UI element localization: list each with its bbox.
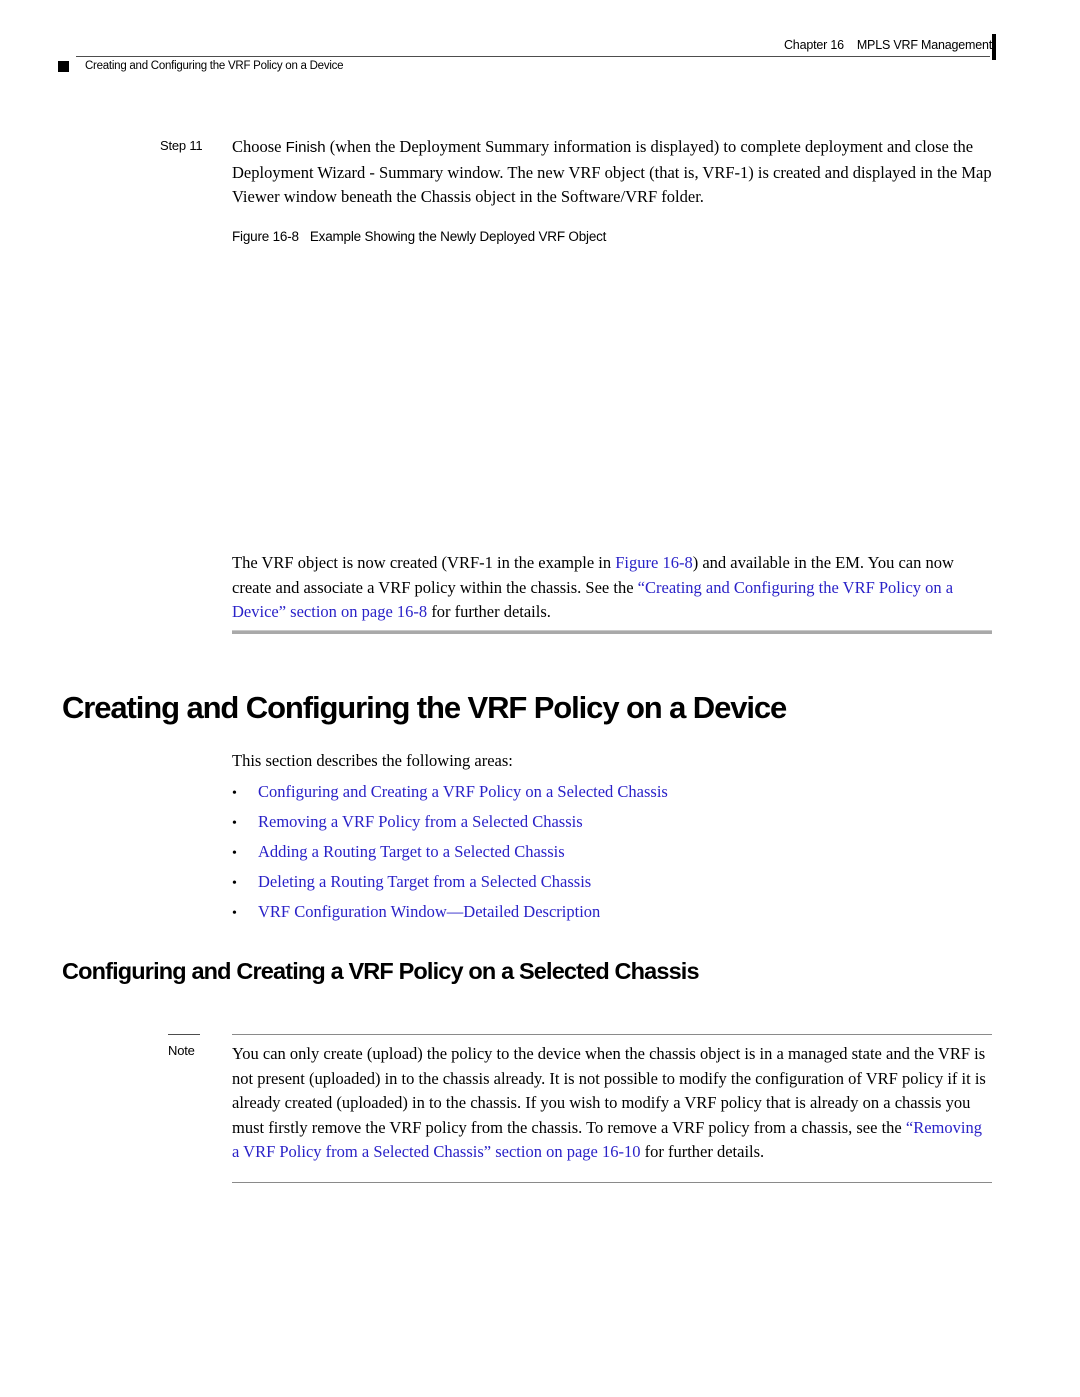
note-label: Note [168, 1043, 195, 1058]
list-item-link[interactable]: Configuring and Creating a VRF Policy on… [258, 782, 668, 802]
step-ui-label: Finish [285, 139, 326, 156]
header-section-title: Creating and Configuring the VRF Policy … [85, 60, 344, 72]
bullet-icon: • [232, 786, 237, 801]
list-item-link[interactable]: Adding a Routing Target to a Selected Ch… [258, 842, 565, 862]
list-item[interactable]: • Adding a Routing Target to a Selected … [232, 842, 992, 872]
step-label: Step 11 [160, 138, 203, 153]
section-divider [232, 630, 992, 634]
figure-caption: Figure 16-8 Example Showing the Newly Dep… [232, 229, 606, 244]
vrf-paragraph: The VRF object is now created (VRF-1 in … [232, 551, 992, 625]
vrf-text-part3: for further details. [427, 602, 551, 621]
header-chapter-info: Chapter 16 MPLS VRF Management [784, 38, 992, 52]
note-body: You can only create (upload) the policy … [232, 1034, 992, 1165]
header-tab-marker [992, 34, 996, 60]
page-footer: Cisco 12000/10700 v3.1.1 Router Manager … [0, 1287, 1080, 1397]
figure-cross-reference-link[interactable]: Figure 16-8 [615, 553, 692, 572]
vrf-text-part1: The VRF object is now created (VRF-1 in … [232, 553, 616, 572]
bullet-icon: • [232, 846, 237, 861]
header-chapter-title: MPLS VRF Management [856, 38, 992, 52]
note-block: Note You can only create (upload) the po… [168, 1034, 992, 1183]
bullet-icon: • [232, 816, 237, 831]
figure-image [232, 258, 1010, 540]
square-bullet-icon [58, 60, 69, 72]
list-item[interactable]: • Removing a VRF Policy from a Selected … [232, 812, 992, 842]
document-page: Chapter 16 MPLS VRF Management Creating a… [0, 0, 1080, 1397]
step-body: Choose Finish (when the Deployment Summa… [232, 135, 1010, 210]
note-label-rule [168, 1034, 200, 1035]
list-item[interactable]: • Deleting a Routing Target from a Selec… [232, 872, 992, 902]
header-chapter-label: Chapter 16 [783, 38, 844, 52]
note-bottom-rule [232, 1182, 992, 1183]
note-text-part1: You can only create (upload) the policy … [232, 1044, 986, 1137]
step-text-after: (when the Deployment Summary information… [232, 137, 992, 206]
section-link-list: • Configuring and Creating a VRF Policy … [232, 782, 992, 932]
list-item-link[interactable]: VRF Configuration Window—Detailed Descri… [258, 902, 600, 922]
bullet-icon: • [232, 906, 237, 921]
figure-number: Figure 16-8 [232, 229, 299, 244]
page-title: Creating and Configuring the VRF Policy … [62, 690, 787, 725]
section-heading: Configuring and Creating a VRF Policy on… [62, 958, 700, 984]
list-item-link[interactable]: Removing a VRF Policy from a Selected Ch… [258, 812, 583, 832]
list-item[interactable]: • VRF Configuration Window—Detailed Desc… [232, 902, 992, 932]
figure-caption-text: Example Showing the Newly Deployed VRF O… [309, 229, 607, 244]
list-item[interactable]: • Configuring and Creating a VRF Policy … [232, 782, 992, 812]
bullet-icon: • [232, 876, 237, 891]
intro-text: This section describes the following are… [232, 751, 513, 770]
list-item-link[interactable]: Deleting a Routing Target from a Selecte… [258, 872, 591, 892]
note-text-part2: for further details. [640, 1142, 765, 1161]
note-top-rule [232, 1034, 992, 1035]
header-section-info: Creating and Configuring the VRF Policy … [58, 57, 344, 75]
step-block: Step 11 Choose Finish (when the Deployme… [160, 135, 1010, 210]
running-header: Chapter 16 MPLS VRF Management Creating a… [0, 0, 1080, 86]
step-text-before: Choose [232, 137, 286, 156]
